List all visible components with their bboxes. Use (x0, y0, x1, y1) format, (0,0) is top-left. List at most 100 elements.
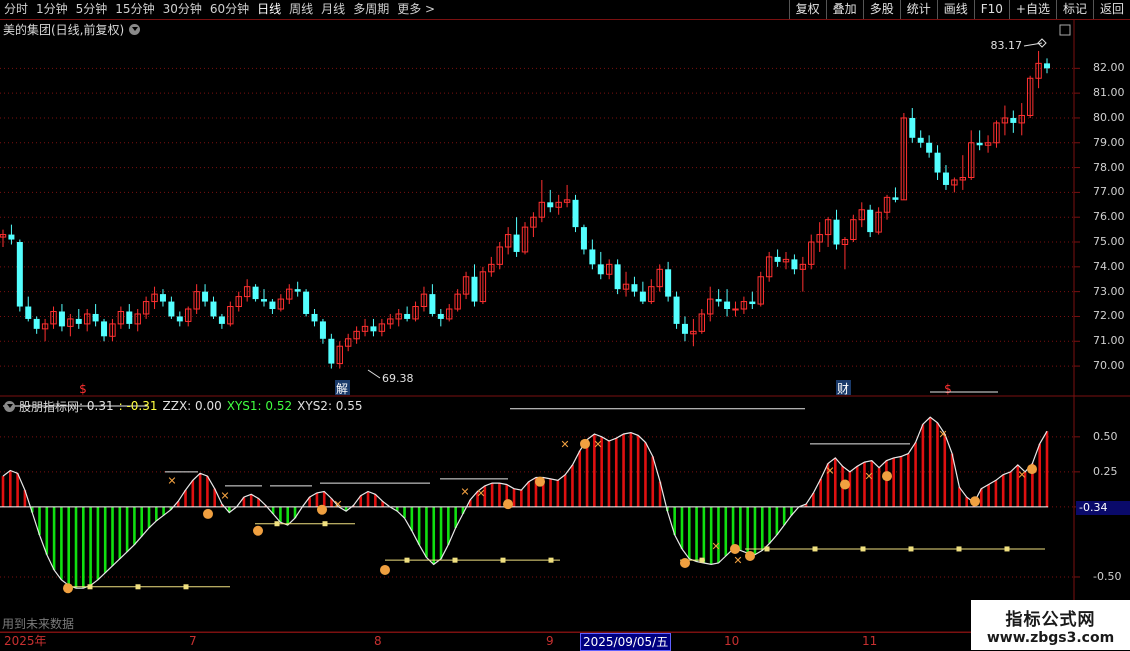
peak-marker-icon: ✕ (711, 540, 720, 553)
candle-body (16, 242, 23, 307)
candle-body (791, 259, 798, 270)
candle-body (101, 321, 108, 337)
candle-body (892, 197, 899, 200)
indicator-name[interactable]: 股朋指标网 (19, 398, 79, 415)
indicator-v1: : 0.31 (79, 399, 114, 413)
support-square (812, 546, 818, 552)
price-tick-label: 71.00 (1093, 334, 1125, 348)
candle-body (909, 117, 916, 138)
candle-body (471, 276, 478, 302)
peak-marker-icon: ✕ (167, 474, 176, 487)
indicator-tick-label: 0.50 (1093, 429, 1118, 443)
support-square (274, 521, 280, 527)
candle-body (319, 321, 326, 339)
candle-body (294, 289, 301, 292)
indicator-dropdown-icon[interactable] (4, 400, 15, 412)
price-tick-label: 75.00 (1093, 235, 1125, 248)
candle-body (867, 209, 874, 233)
low-price-pointer (367, 369, 381, 379)
candle-body (75, 318, 82, 324)
candle-body (926, 142, 933, 153)
candle-body (513, 234, 520, 252)
date-month-7: 7 (189, 634, 197, 648)
candle-body (547, 202, 554, 208)
candle-body (126, 311, 133, 324)
peak-marker-icon: ✕ (593, 438, 602, 451)
indicator-tick-label: 0.25 (1093, 464, 1118, 478)
price-tick-label: 77.00 (1093, 185, 1125, 199)
hand-icon (730, 543, 740, 554)
date-cursor-label: 2025/09/05/五 (580, 633, 672, 651)
hand-icon (317, 504, 327, 515)
price-tick-label: 79.00 (1093, 135, 1125, 149)
hand-icon (503, 499, 513, 510)
candle-body (673, 296, 680, 324)
support-square (135, 584, 141, 590)
date-axis: 2025年 7 8 9 2025/09/05/五 10 11 (0, 632, 1130, 651)
candle-body (774, 256, 781, 262)
support-square (908, 546, 914, 552)
candle-body (572, 199, 579, 228)
peak-marker-icon: ✕ (864, 470, 873, 483)
candle-body (269, 301, 276, 310)
hand-icon (535, 476, 545, 487)
support-square (860, 546, 866, 552)
candle-body (311, 313, 318, 322)
candle-body (934, 152, 941, 173)
price-tick-label: 80.00 (1093, 110, 1125, 124)
watermark-logo: 指标公式网 www.zbgs3.com (971, 600, 1130, 650)
low-price-label: 69.38 (382, 372, 414, 385)
candle-body (92, 313, 99, 322)
candle-body (1010, 117, 1017, 123)
candle-body (715, 299, 722, 302)
candle-body (942, 172, 949, 185)
peak-marker-icon: ✕ (220, 490, 229, 503)
peak-marker-icon: ✕ (938, 428, 947, 441)
candle-body (159, 294, 166, 302)
candle-body (639, 291, 646, 302)
price-tick-label: 81.00 (1093, 86, 1125, 100)
date-month-11: 11 (862, 634, 878, 648)
hand-icon (203, 508, 213, 519)
candle-body (25, 306, 32, 319)
hand-icon (840, 479, 850, 490)
candle-body (168, 301, 175, 317)
candle-body (370, 326, 377, 332)
price-tick-label: 73.00 (1093, 284, 1125, 298)
hand-icon (1027, 464, 1037, 475)
indicator-header: 股朋指标网 : 0.31 : -0.31 ZZX: 0.00 XYS1: 0.5… (0, 398, 368, 414)
candle-body (917, 137, 924, 143)
date-month-9: 9 (546, 634, 554, 648)
peak-marker-icon: ✕ (333, 498, 342, 511)
candle-body (724, 301, 731, 310)
hand-icon (970, 496, 980, 507)
dollar-marker: $ (944, 382, 952, 396)
support-square (87, 584, 93, 590)
peak-marker-icon: ✕ (476, 487, 485, 500)
date-month-8: 8 (374, 634, 382, 648)
candle-body (631, 284, 638, 292)
candle-body (58, 311, 65, 327)
hand-icon (882, 471, 892, 482)
indicator-xys2: XYS2: 0.55 (297, 399, 363, 413)
candle-body (614, 264, 621, 290)
hand-icon (580, 438, 590, 449)
candle-body (437, 313, 444, 319)
price-tick-label: 78.00 (1093, 160, 1125, 174)
hand-icon (380, 564, 390, 575)
indicator-min-value: -0.34 (1076, 501, 1130, 515)
event-marker-cai: 财 (837, 382, 849, 396)
candle-body (303, 291, 310, 314)
hand-icon (745, 550, 755, 561)
candle-body (328, 338, 335, 364)
chart-canvas[interactable]: 83.17 69.38 $ $ 解 财 ✕ ✕ ✕ ✕ ✕ ✕ ✕ ✕ ✕ ✕ ✕ ✕ ✕ (0, 0, 1130, 650)
candle-body (681, 323, 688, 334)
date-month-10: 10 (724, 634, 740, 648)
price-tick-label: 82.00 (1093, 61, 1125, 75)
support-square (500, 557, 506, 563)
candle-body (202, 291, 209, 302)
indicator-zzx: ZZX: 0.00 (162, 399, 222, 413)
hand-icon (253, 525, 263, 536)
dollar-marker: $ (79, 382, 87, 396)
candle-body (404, 313, 411, 319)
